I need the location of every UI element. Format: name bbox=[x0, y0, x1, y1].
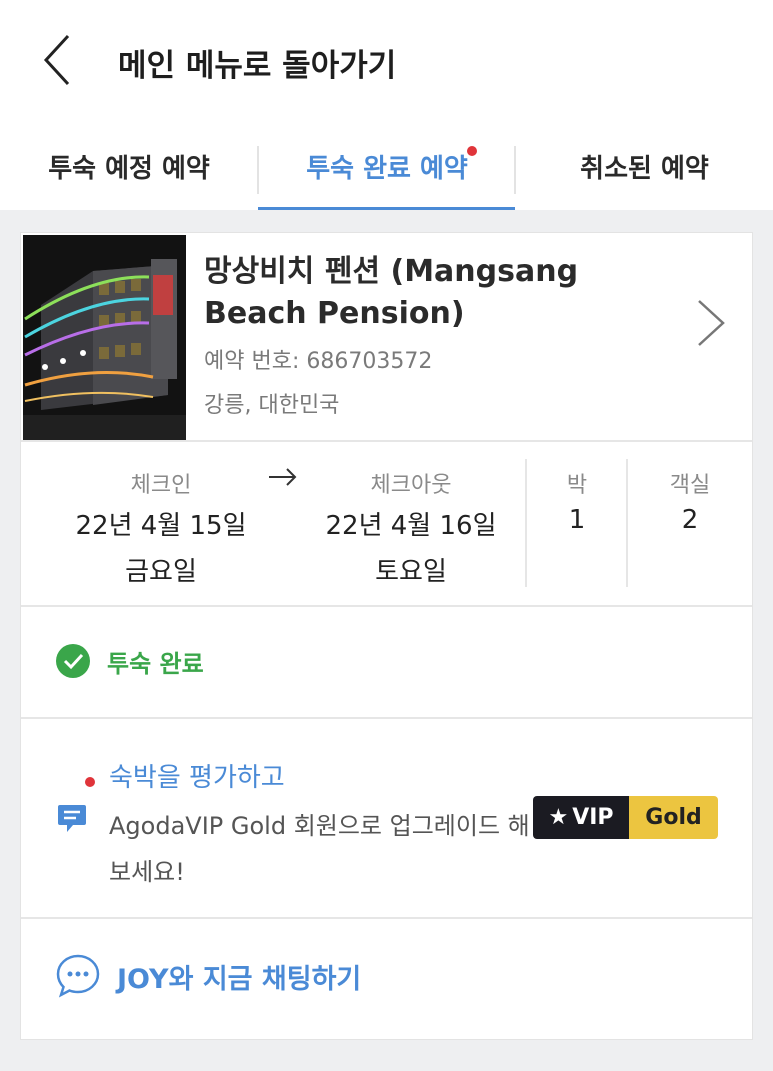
checkin-date: 22년 4월 15일 bbox=[75, 511, 247, 541]
checkin-label: 체크인 bbox=[130, 473, 192, 498]
checkout-date: 22년 4월 16일 bbox=[325, 511, 497, 541]
checkout-day: 토요일 bbox=[375, 557, 447, 587]
vip-gold-badge: ★ VIP Gold bbox=[533, 796, 718, 839]
rooms-value: 2 bbox=[681, 505, 699, 535]
tab-divider bbox=[514, 146, 516, 194]
hotel-photo[interactable] bbox=[23, 235, 186, 440]
chevron-right-icon[interactable] bbox=[693, 295, 729, 351]
divider bbox=[21, 717, 752, 719]
notification-dot bbox=[467, 146, 477, 156]
gold-label: Gold bbox=[629, 796, 718, 839]
rooms-label: 객실 bbox=[669, 473, 711, 498]
back-chevron-icon[interactable] bbox=[36, 32, 84, 88]
nights-label: 박 bbox=[566, 473, 588, 498]
checkin-day: 금요일 bbox=[125, 557, 197, 587]
divider bbox=[21, 605, 752, 607]
divider bbox=[21, 440, 752, 442]
tab-bar: 투숙 예정 예약 투숙 완료 예약 취소된 예약 bbox=[0, 118, 773, 214]
review-link[interactable]: 숙박을 평가하고 bbox=[109, 757, 285, 794]
status-text: 투숙 완료 bbox=[107, 649, 204, 678]
hotel-location: 강릉, 대한민국 bbox=[204, 393, 340, 418]
chat-bubble-icon[interactable] bbox=[55, 953, 101, 999]
review-description: AgodaVIP Gold 회원으로 업그레이드 해 보세요! bbox=[109, 812, 530, 886]
star-icon: ★ bbox=[548, 805, 569, 830]
tab-cancelled[interactable]: 취소된 예약 bbox=[516, 118, 773, 214]
check-circle-icon bbox=[56, 644, 90, 678]
booking-number: 예약 번호: 686703572 bbox=[204, 349, 433, 374]
checkout-label: 체크아웃 bbox=[370, 473, 452, 498]
notification-dot bbox=[85, 777, 95, 787]
tab-upcoming[interactable]: 투숙 예정 예약 bbox=[0, 118, 258, 214]
tab-divider bbox=[257, 146, 259, 194]
page-title[interactable]: 메인 메뉴로 돌아가기 bbox=[118, 40, 396, 85]
vip-label: ★ VIP bbox=[533, 796, 629, 839]
chat-link[interactable]: JOY와 지금 채팅하기 bbox=[117, 957, 361, 996]
booking-card: 망상비치 펜션 (Mangsang Beach Pension) 예약 번호: … bbox=[20, 232, 753, 1040]
tab-completed[interactable]: 투숙 완료 예약 bbox=[258, 118, 516, 214]
hotel-name[interactable]: 망상비치 펜션 (Mangsang Beach Pension) bbox=[204, 251, 674, 335]
message-icon bbox=[57, 803, 87, 835]
stay-status: 투숙 완료 bbox=[55, 643, 204, 679]
nights-value: 1 bbox=[568, 505, 586, 535]
divider bbox=[21, 917, 752, 919]
header: 메인 메뉴로 돌아가기 bbox=[0, 0, 773, 118]
